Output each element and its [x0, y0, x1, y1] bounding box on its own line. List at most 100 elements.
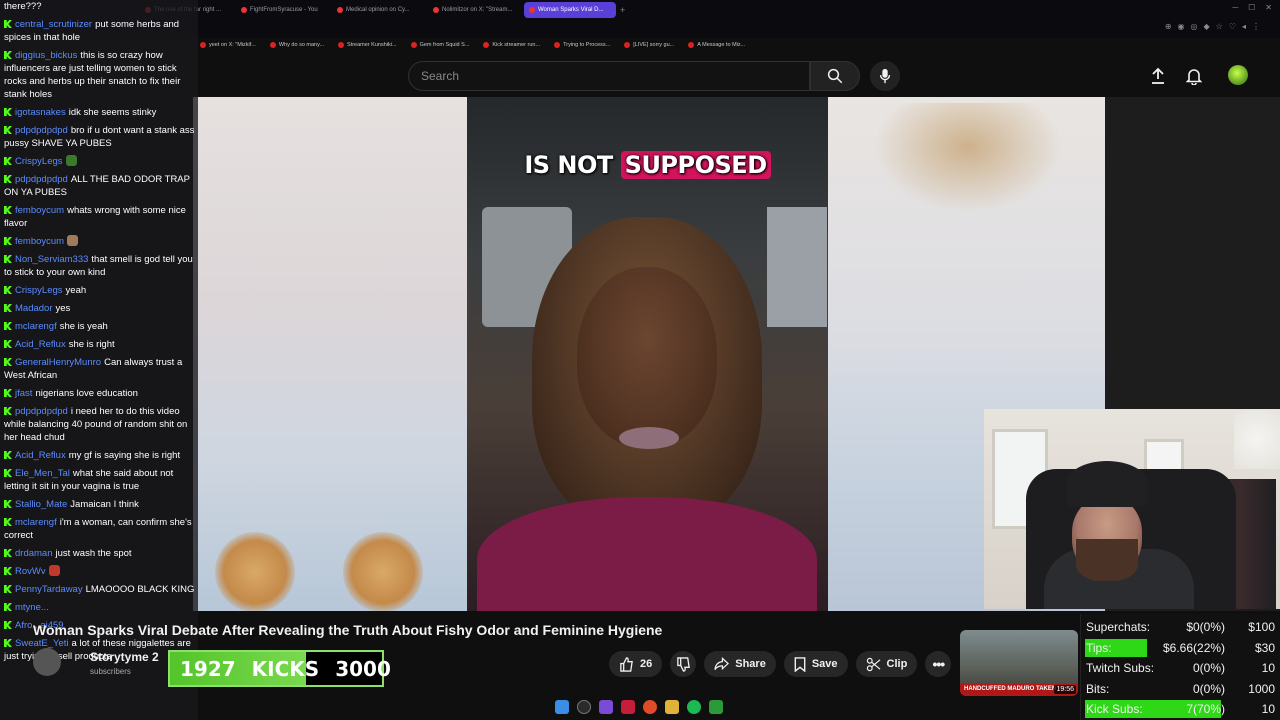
browser-tab[interactable]: FightFromSyracuse - You: [236, 2, 328, 18]
chat-username[interactable]: Acid_Reflux: [15, 450, 66, 461]
heart-icon[interactable]: ♡: [1229, 22, 1236, 31]
browser-tab[interactable]: Nolimitzor on X: "Stream...: [428, 2, 520, 18]
bookmark-favicon-icon: [338, 42, 345, 48]
chat-username[interactable]: Ele_Men_Tal: [15, 468, 70, 479]
video-caption: IS NOT SUPPOSED: [467, 151, 828, 179]
channel-avatar[interactable]: [33, 648, 61, 676]
chat-message: pdpdpdpdpd i need her to do this video wh…: [4, 405, 196, 444]
maximize-icon[interactable]: ☐: [1248, 3, 1255, 12]
bookmark-item[interactable]: A Message to Miz...: [688, 42, 745, 48]
chat-username[interactable]: pdpdpdpdpd: [15, 174, 68, 185]
extension-icon[interactable]: ◉: [1178, 22, 1185, 31]
chat-username[interactable]: mclarengf: [15, 517, 57, 528]
kick-badge-icon: [4, 549, 12, 557]
windows-start-icon[interactable]: [555, 700, 569, 714]
share-button[interactable]: Share: [704, 651, 776, 677]
window-controls: ─ ☐ ✕: [1232, 3, 1272, 12]
bookmark-item[interactable]: Streamer Kunshiki...: [338, 42, 397, 48]
chat-username[interactable]: GeneralHenryMunro: [15, 357, 101, 368]
clip-button[interactable]: Clip: [855, 651, 918, 677]
chat-message: jfast nigerians love education: [4, 387, 196, 400]
video-frame: IS NOT SUPPOSED: [467, 97, 828, 611]
save-button[interactable]: Save: [783, 651, 848, 677]
browser-tab[interactable]: Woman Sparks Viral D...: [524, 2, 616, 18]
notifications-button[interactable]: [1184, 66, 1204, 86]
chat-username[interactable]: Acid_Reflux: [15, 339, 66, 350]
bookmark-item[interactable]: Kick streamer run...: [483, 42, 540, 48]
bookmarks-bar: yeet on X: "Mizkif... Why do so many... St…: [200, 38, 745, 52]
tab-label: FightFromSyracuse - You: [250, 7, 318, 13]
more-actions-button[interactable]: •••: [925, 651, 952, 677]
bookmark-item[interactable]: yeet on X: "Mizkif...: [200, 42, 256, 48]
person-shirt: [477, 497, 817, 611]
browser-icon[interactable]: [643, 700, 657, 714]
chat-username[interactable]: PennyTardaway: [15, 584, 83, 595]
chat-username[interactable]: CrispyLegs: [15, 156, 63, 167]
chat-text: she is yeah: [59, 321, 108, 332]
bookmark-label: Streamer Kunshiki...: [347, 42, 397, 48]
video-background-left: [193, 97, 467, 611]
chat-username[interactable]: femboycum: [15, 236, 64, 247]
bookmark-item[interactable]: [LIVE] sorry gu...: [624, 42, 674, 48]
chat-message: mclarengf she is yeah: [4, 320, 196, 333]
spotify-icon[interactable]: [687, 700, 701, 714]
chat-username[interactable]: CrispyLegs: [15, 285, 63, 296]
chat-message: femboycum whats wrong with some nice flav…: [4, 204, 196, 230]
close-icon[interactable]: ✕: [1265, 3, 1272, 12]
app-icon[interactable]: [599, 700, 613, 714]
search-icon[interactable]: [577, 700, 591, 714]
chat-username[interactable]: central_scrutinizer: [15, 19, 92, 30]
chat-username[interactable]: Stallio_Mate: [15, 499, 67, 510]
chat-username[interactable]: mclarengf: [15, 321, 57, 332]
extension-icon[interactable]: ◎: [1191, 22, 1198, 31]
chat-username[interactable]: igotasnakes: [15, 107, 66, 118]
chat-text: yeah: [65, 285, 87, 296]
dislike-button[interactable]: [670, 651, 697, 677]
chat-message: Madador yes: [4, 302, 196, 315]
chat-username[interactable]: diggius_bickus: [15, 50, 77, 61]
recommended-video-thumbnail[interactable]: HANDCUFFED MADURO TAKEN TO 19:56: [960, 630, 1078, 696]
new-tab-button[interactable]: +: [620, 5, 625, 15]
chat-username[interactable]: pdpdpdpdpd: [15, 406, 68, 417]
shield-icon[interactable]: ◆: [1203, 22, 1209, 31]
scissors-icon: [866, 657, 880, 671]
chat-username[interactable]: SweatE_Yeti: [15, 638, 69, 649]
star-icon[interactable]: ☆: [1216, 22, 1223, 31]
app-icon[interactable]: [709, 700, 723, 714]
kick-badge-icon: [4, 469, 12, 477]
app-icon[interactable]: [621, 700, 635, 714]
chat-username[interactable]: femboycum: [15, 205, 64, 216]
decorative-leaves: [873, 103, 1063, 213]
volume-icon[interactable]: ◂: [1242, 22, 1246, 31]
menu-icon[interactable]: ⋮: [1252, 22, 1260, 31]
chat-username[interactable]: jfast: [15, 388, 32, 399]
chat-username[interactable]: RovWv: [15, 566, 46, 577]
voice-search-button[interactable]: [870, 61, 900, 91]
minimize-icon[interactable]: ─: [1232, 3, 1238, 12]
search-button[interactable]: [810, 61, 860, 91]
chat-username[interactable]: mtyne...: [15, 602, 49, 613]
person-lips: [619, 427, 679, 449]
account-avatar[interactable]: [1228, 65, 1248, 85]
bookmark-item[interactable]: Gem from Squid S...: [410, 42, 469, 48]
zoom-icon[interactable]: ⊕: [1165, 22, 1172, 31]
person-face: [577, 267, 717, 447]
channel-name[interactable]: Storytyme 2: [90, 650, 159, 664]
kick-badge-icon: [4, 175, 12, 183]
bookmark-item[interactable]: Trying to Process...: [554, 42, 610, 48]
upload-button[interactable]: [1148, 66, 1168, 86]
chat-username[interactable]: Non_Serviam333: [15, 254, 88, 265]
screen: The rise of the far right ...FightFromSy…: [0, 0, 1280, 720]
like-button[interactable]: 26: [609, 651, 663, 677]
chat-username[interactable]: pdpdpdpdpd: [15, 125, 68, 136]
chat-text: LMAOOOO BLACK KING: [85, 584, 195, 595]
bookmark-item[interactable]: Why do so many...: [269, 42, 324, 48]
folder-icon[interactable]: [665, 700, 679, 714]
chat-username[interactable]: Madador: [15, 303, 53, 314]
streamer-beard: [1076, 539, 1138, 581]
kick-badge-icon: [4, 389, 12, 397]
chat-username[interactable]: drdaman: [15, 548, 53, 559]
chat-message: igotasnakes idk she seems stinky: [4, 106, 196, 119]
search-input[interactable]: Search: [408, 61, 810, 91]
browser-tab[interactable]: Medical opinion on Cy...: [332, 2, 424, 18]
